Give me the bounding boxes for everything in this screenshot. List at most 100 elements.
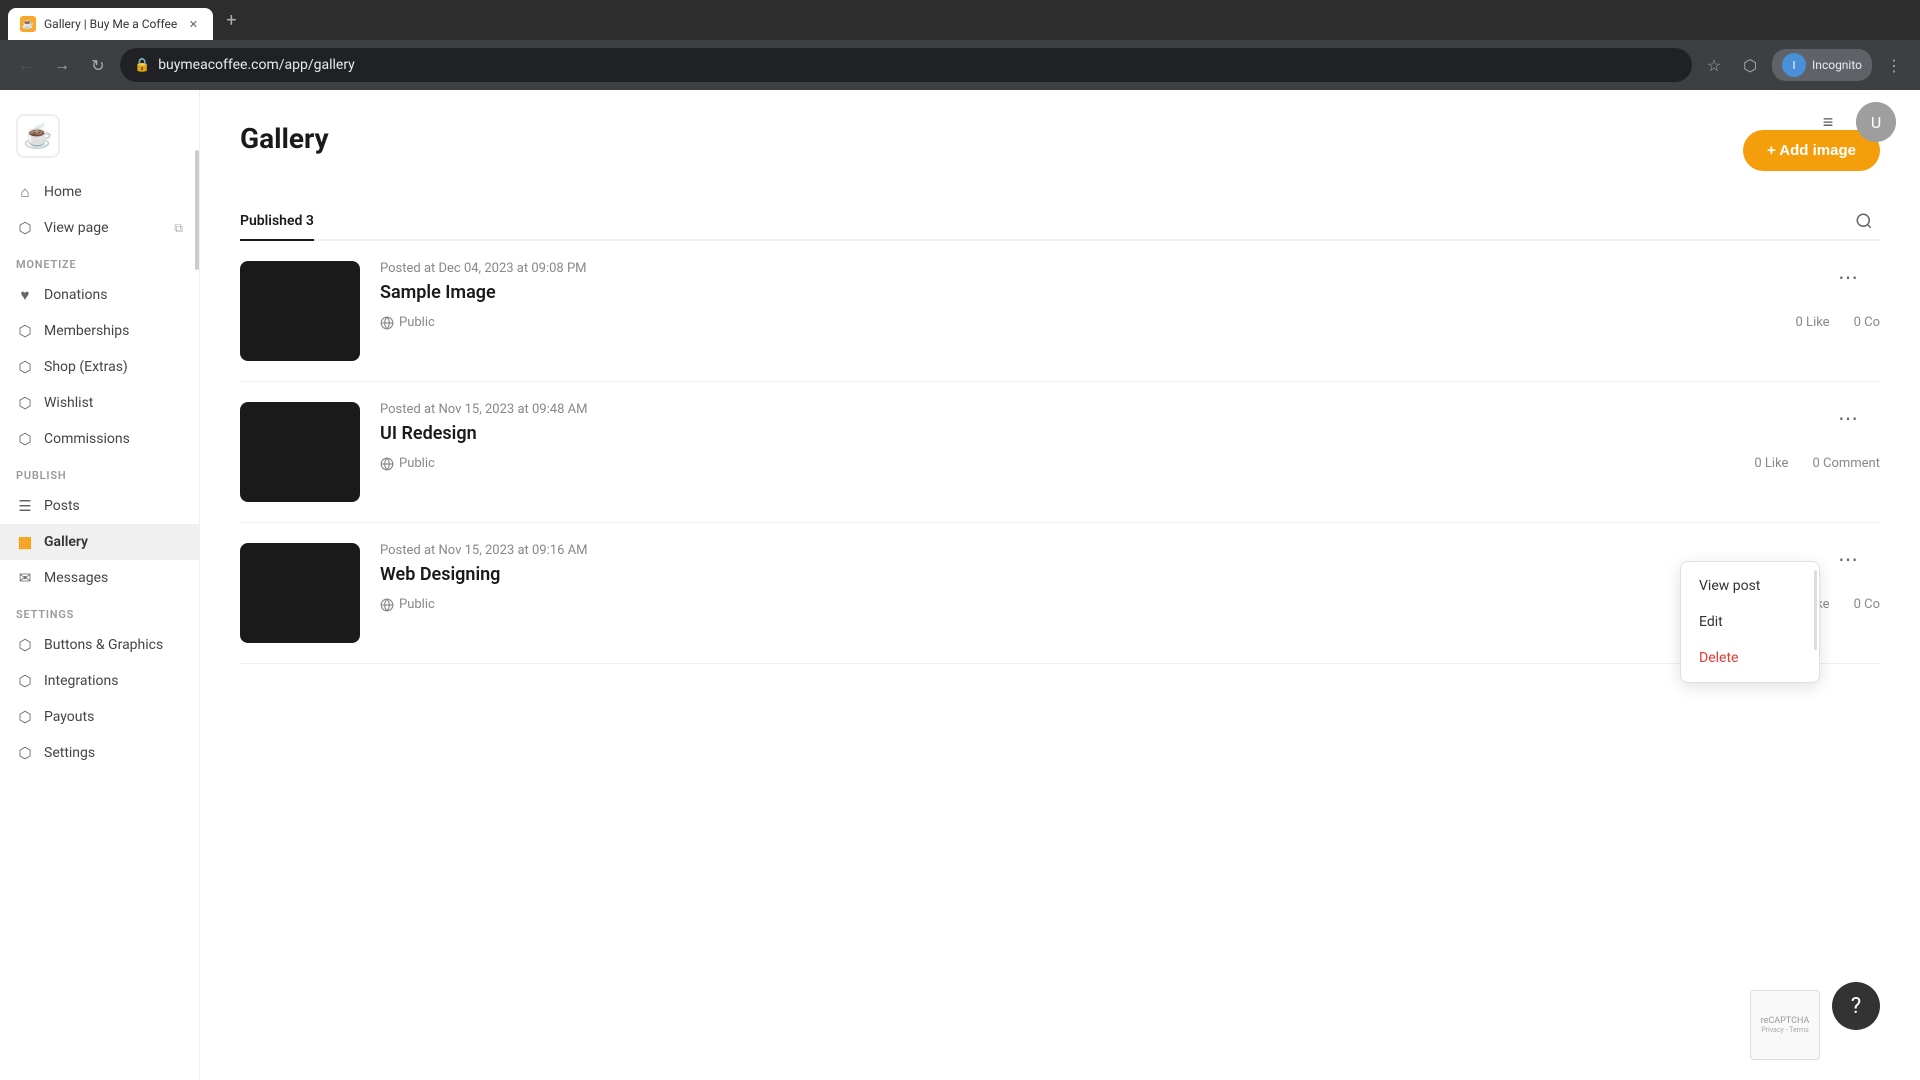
shop-icon: ⬡ <box>16 358 34 376</box>
gallery-item: Posted at Dec 04, 2023 at 09:08 PM Sampl… <box>240 241 1880 382</box>
hamburger-button[interactable]: ≡ <box>1812 106 1844 138</box>
sidebar: ☕ ⌂ Home ⬡ View page ⧉ MONETIZE ♥ Donati… <box>0 90 200 1080</box>
sidebar-item-home[interactable]: ⌂ Home <box>0 174 199 210</box>
app-logo: ☕ <box>0 106 199 174</box>
search-button[interactable] <box>1848 205 1880 237</box>
new-tab-button[interactable]: + <box>217 6 245 34</box>
gallery-item-title: Sample Image <box>380 282 1880 303</box>
sidebar-item-label: Donations <box>44 287 107 303</box>
gallery-item-info: Posted at Nov 15, 2023 at 09:48 AM UI Re… <box>380 402 1880 471</box>
profile-avatar: I <box>1782 53 1806 77</box>
gallery-item-stats: 0 Like 0 Comment <box>1754 456 1880 471</box>
sidebar-item-shop-extras[interactable]: ⬡ Shop (Extras) <box>0 349 199 385</box>
section-publish: PUBLISH <box>0 457 199 488</box>
sidebar-item-commissions[interactable]: ⬡ Commissions <box>0 421 199 457</box>
user-avatar-button[interactable]: U <box>1856 102 1896 142</box>
bookmark-icon[interactable]: ☆ <box>1700 51 1728 79</box>
gallery-thumbnail <box>240 543 360 643</box>
page-title: Gallery <box>240 122 329 155</box>
sidebar-item-wishlist[interactable]: ⬡ Wishlist <box>0 385 199 421</box>
sidebar-item-label: Messages <box>44 570 108 586</box>
sidebar-item-messages[interactable]: ✉ Messages <box>0 560 199 596</box>
home-icon: ⌂ <box>16 183 34 201</box>
active-tab[interactable]: ☕ Gallery | Buy Me a Coffee ✕ <box>8 8 213 40</box>
payouts-icon: ⬡ <box>16 708 34 726</box>
context-view-post[interactable]: View post <box>1681 568 1819 604</box>
item-more-button[interactable]: ⋯ <box>1832 261 1864 293</box>
context-menu: View post Edit Delete <box>1680 561 1820 683</box>
comment-count: 0 Co <box>1854 315 1880 330</box>
back-button[interactable]: ← <box>12 51 40 79</box>
help-button[interactable]: ? <box>1832 982 1880 1030</box>
visibility-label: Public <box>399 315 435 330</box>
gallery-item-info: Posted at Dec 04, 2023 at 09:08 PM Sampl… <box>380 261 1880 330</box>
sidebar-item-label: Buttons & Graphics <box>44 637 163 653</box>
sidebar-item-buttons-graphics[interactable]: ⬡ Buttons & Graphics <box>0 627 199 663</box>
external-link-icon: ⧉ <box>174 221 183 236</box>
gallery-item-date: Posted at Nov 15, 2023 at 09:48 AM <box>380 402 1880 417</box>
gallery-item-date: Posted at Dec 04, 2023 at 09:08 PM <box>380 261 1880 276</box>
gallery-thumbnail <box>240 261 360 361</box>
sidebar-item-payouts[interactable]: ⬡ Payouts <box>0 699 199 735</box>
gallery-item: Posted at Nov 15, 2023 at 09:16 AM Web D… <box>240 523 1880 664</box>
sidebar-item-label: Wishlist <box>44 395 93 411</box>
gallery-item-stats: 0 Like 0 Co <box>1796 315 1880 330</box>
gallery-item-title: Web Designing <box>380 564 1880 585</box>
gallery-list: Posted at Dec 04, 2023 at 09:08 PM Sampl… <box>240 241 1880 664</box>
gallery-item-title: UI Redesign <box>380 423 1880 444</box>
more-options-icon[interactable]: ⋮ <box>1880 51 1908 79</box>
visibility-label: Public <box>399 597 435 612</box>
browser-chrome: ☕ Gallery | Buy Me a Coffee ✕ + ← → ↻ 🔒 … <box>0 0 1920 90</box>
profile-label: Incognito <box>1812 58 1862 72</box>
context-edit[interactable]: Edit <box>1681 604 1819 640</box>
sidebar-item-settings[interactable]: ⬡ Settings <box>0 735 199 771</box>
wishlist-icon: ⬡ <box>16 394 34 412</box>
sidebar-item-posts[interactable]: ☰ Posts <box>0 488 199 524</box>
tab-close-button[interactable]: ✕ <box>185 16 201 32</box>
page-header: Gallery + Add image <box>240 122 1880 179</box>
sidebar-item-label: Settings <box>44 745 95 761</box>
reload-button[interactable]: ↻ <box>84 51 112 79</box>
sidebar-item-label: Gallery <box>44 534 88 550</box>
sidebar-item-label: Payouts <box>44 709 94 725</box>
gallery-item-meta: Public 0 Like 0 Co <box>380 315 1880 330</box>
tab-title: Gallery | Buy Me a Coffee <box>44 17 177 31</box>
buttons-icon: ⬡ <box>16 636 34 654</box>
gallery-item-date: Posted at Nov 15, 2023 at 09:16 AM <box>380 543 1880 558</box>
sidebar-item-label: Posts <box>44 498 80 514</box>
comment-count: 0 Comment <box>1812 456 1880 471</box>
forward-button[interactable]: → <box>48 51 76 79</box>
app-container: ☕ ⌂ Home ⬡ View page ⧉ MONETIZE ♥ Donati… <box>0 90 1920 1080</box>
sidebar-item-integrations[interactable]: ⬡ Integrations <box>0 663 199 699</box>
visibility-label: Public <box>399 456 435 471</box>
sidebar-item-view-page[interactable]: ⬡ View page ⧉ <box>0 210 199 246</box>
sidebar-item-donations[interactable]: ♥ Donations <box>0 277 199 313</box>
recaptcha-widget: reCAPTCHA Privacy - Terms <box>1750 990 1820 1060</box>
sidebar-item-memberships[interactable]: ⬡ Memberships <box>0 313 199 349</box>
sidebar-item-label: Home <box>44 184 82 200</box>
sidebar-scrollbar-thumb[interactable] <box>195 150 199 270</box>
integrations-icon: ⬡ <box>16 672 34 690</box>
tab-published[interactable]: Published 3 <box>240 203 314 239</box>
donations-icon: ♥ <box>16 286 34 304</box>
sidebar-item-label: Commissions <box>44 431 130 447</box>
address-bar[interactable]: 🔒 buymeacoffee.com/app/gallery <box>120 48 1692 82</box>
context-menu-scrollbar <box>1814 570 1817 650</box>
visibility-badge: Public <box>380 315 435 330</box>
commissions-icon: ⬡ <box>16 430 34 448</box>
extensions-icon[interactable]: ⬡ <box>1736 51 1764 79</box>
visibility-badge: Public <box>380 456 435 471</box>
context-delete[interactable]: Delete <box>1681 640 1819 676</box>
sidebar-item-label: View page <box>44 220 109 236</box>
sidebar-item-label: Shop (Extras) <box>44 359 128 375</box>
item-more-button[interactable]: ⋯ <box>1832 402 1864 434</box>
view-page-icon: ⬡ <box>16 219 34 237</box>
gallery-item-meta: Public 0 Like 0 Co <box>380 597 1880 612</box>
profile-button[interactable]: I Incognito <box>1772 49 1872 81</box>
logo-icon: ☕ <box>16 114 60 158</box>
gallery-item-info: Posted at Nov 15, 2023 at 09:16 AM Web D… <box>380 543 1880 612</box>
sidebar-item-gallery[interactable]: ▦ Gallery <box>0 524 199 560</box>
item-more-button[interactable]: ⋯ <box>1832 543 1864 575</box>
gallery-item-meta: Public 0 Like 0 Comment <box>380 456 1880 471</box>
lock-icon: 🔒 <box>134 58 150 73</box>
